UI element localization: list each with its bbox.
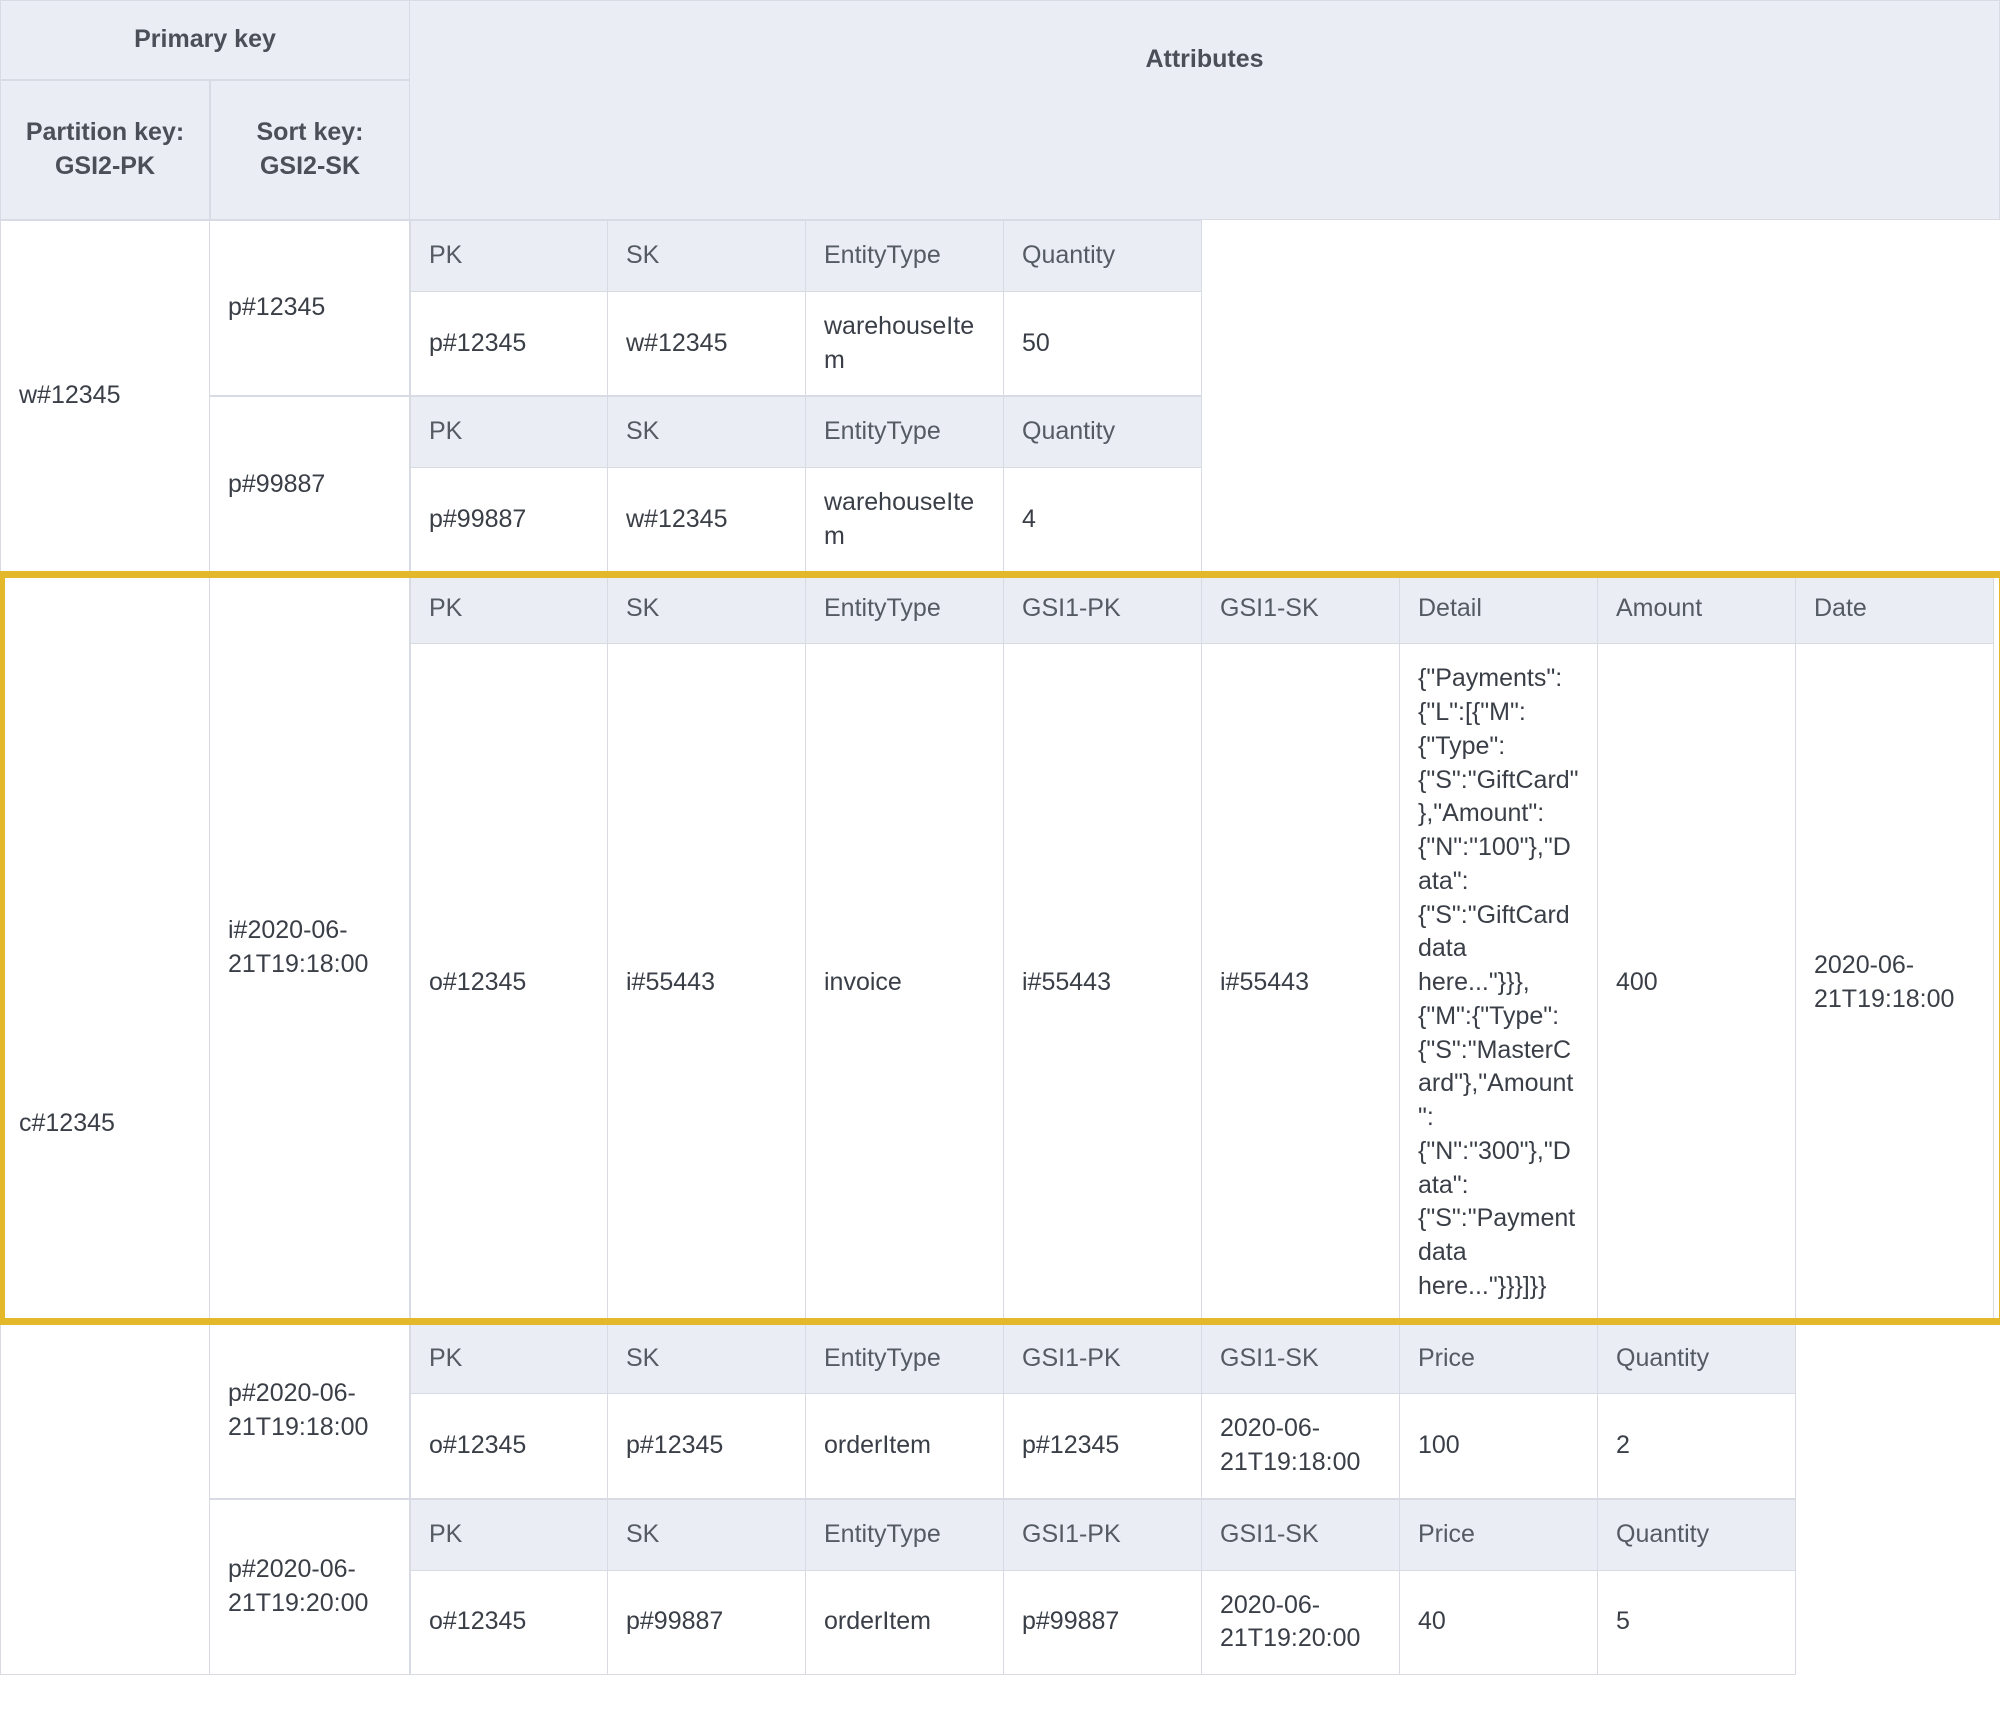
column-header: Quantity	[1598, 1499, 1796, 1571]
column-header: PK	[410, 396, 608, 468]
column-header: SK	[608, 573, 806, 645]
cell-value: i#55443	[1004, 644, 1202, 1322]
dynamodb-table-viewer: Primary key Partition key: GSI2-PK Sort …	[0, 0, 2000, 1675]
cell-value: p#12345	[410, 292, 608, 397]
cell-value: warehouseItem	[806, 468, 1004, 573]
cell-value: w#12345	[608, 292, 806, 397]
column-header: EntityType	[806, 573, 1004, 645]
column-header: GSI1-PK	[1004, 1323, 1202, 1395]
cell-value: 5	[1598, 1571, 1796, 1676]
cell-value: warehouseItem	[806, 292, 1004, 397]
partition-group: c#12345i#2020-06-21T19:18:00PKSKEntityTy…	[0, 573, 2000, 1676]
cell-value: 2020-06-21T19:18:00	[1796, 644, 1994, 1322]
table-row: p#2020-06-21T19:20:00PKSKEntityTypeGSI1-…	[210, 1499, 2000, 1675]
column-header: Amount	[1598, 573, 1796, 645]
table-body: w#12345p#12345PKSKEntityTypeQuantityp#12…	[0, 220, 2000, 1675]
cell-value: o#12345	[410, 644, 608, 1322]
column-header: GSI1-SK	[1202, 1499, 1400, 1571]
primary-key-header: Primary key	[0, 0, 410, 80]
cell-value: 100	[1400, 1394, 1598, 1499]
attribute-table: PKSKEntityTypeQuantity p#12345w#12345ware…	[410, 220, 1202, 396]
column-header: PK	[410, 1499, 608, 1571]
column-header: Date	[1796, 573, 1994, 645]
cell-value: i#55443	[608, 644, 806, 1322]
column-header: GSI1-SK	[1202, 1323, 1400, 1395]
cell-value: p#12345	[608, 1394, 806, 1499]
column-header: GSI1-SK	[1202, 573, 1400, 645]
column-header: Quantity	[1004, 220, 1202, 292]
cell-value: o#12345	[410, 1394, 608, 1499]
sort-key-cell: i#2020-06-21T19:18:00	[210, 573, 410, 1323]
cell-value: 2020-06-21T19:20:00	[1202, 1571, 1400, 1676]
cell-value: p#12345	[1004, 1394, 1202, 1499]
column-header: Detail	[1400, 573, 1598, 645]
column-header: EntityType	[806, 1499, 1004, 1571]
column-header: SK	[608, 396, 806, 468]
cell-value: 4	[1004, 468, 1202, 573]
cell-value: 50	[1004, 292, 1202, 397]
cell-value: orderItem	[806, 1571, 1004, 1676]
cell-value: p#99887	[1004, 1571, 1202, 1676]
cell-value: w#12345	[608, 468, 806, 573]
partition-group: w#12345p#12345PKSKEntityTypeQuantityp#12…	[0, 220, 2000, 573]
column-header: PK	[410, 1323, 608, 1395]
column-header: EntityType	[806, 396, 1004, 468]
sort-key-cell: p#99887	[210, 396, 410, 572]
column-header: SK	[608, 1499, 806, 1571]
cell-value: p#99887	[608, 1571, 806, 1676]
cell-value: i#55443	[1202, 644, 1400, 1322]
partition-key-cell: w#12345	[0, 220, 210, 573]
cell-value: {"Payments":{"L":[{"M":{"Type":{"S":"Gif…	[1400, 644, 1598, 1322]
column-header: Quantity	[1004, 396, 1202, 468]
column-header: PK	[410, 220, 608, 292]
column-header: GSI1-PK	[1004, 1499, 1202, 1571]
cell-value: p#99887	[410, 468, 608, 573]
table-row: i#2020-06-21T19:18:00PKSKEntityTypeGSI1-…	[210, 573, 2000, 1323]
sort-key-cell: p#2020-06-21T19:20:00	[210, 1499, 410, 1675]
partition-key-header: Partition key: GSI2-PK	[0, 80, 210, 220]
table-row: p#99887PKSKEntityTypeQuantityp#99887w#12…	[210, 396, 2000, 572]
cell-value: 40	[1400, 1571, 1598, 1676]
cell-value: invoice	[806, 644, 1004, 1322]
table-row: p#2020-06-21T19:18:00PKSKEntityTypeGSI1-…	[210, 1323, 2000, 1499]
column-header: SK	[608, 220, 806, 292]
attribute-table: PKSKEntityTypeQuantity p#99887w#12345ware…	[410, 396, 1202, 572]
sort-key-cell: p#2020-06-21T19:18:00	[210, 1323, 410, 1499]
cell-value: orderItem	[806, 1394, 1004, 1499]
attribute-table: PKSKEntityTypeGSI1-PKGSI1-SKDetailAmount…	[410, 573, 1994, 1323]
column-header: EntityType	[806, 220, 1004, 292]
partition-key-cell: c#12345	[0, 573, 210, 1676]
attribute-table: PKSKEntityTypeGSI1-PKGSI1-SKPriceQuantit…	[410, 1323, 1796, 1499]
column-header: Quantity	[1598, 1323, 1796, 1395]
cell-value: 2	[1598, 1394, 1796, 1499]
column-header: GSI1-PK	[1004, 573, 1202, 645]
table-row: p#12345PKSKEntityTypeQuantityp#12345w#12…	[210, 220, 2000, 396]
cell-value: o#12345	[410, 1571, 608, 1676]
cell-value: 400	[1598, 644, 1796, 1322]
cell-value: 2020-06-21T19:18:00	[1202, 1394, 1400, 1499]
sort-key-cell: p#12345	[210, 220, 410, 396]
column-header: SK	[608, 1323, 806, 1395]
column-header: Price	[1400, 1499, 1598, 1571]
column-header: EntityType	[806, 1323, 1004, 1395]
column-header: Price	[1400, 1323, 1598, 1395]
column-header: PK	[410, 573, 608, 645]
attribute-table: PKSKEntityTypeGSI1-PKGSI1-SKPriceQuantit…	[410, 1499, 1796, 1675]
primary-key-header-block: Primary key Partition key: GSI2-PK Sort …	[0, 0, 410, 220]
sort-key-header: Sort key: GSI2-SK	[210, 80, 410, 220]
attributes-header: Attributes	[410, 0, 2000, 220]
